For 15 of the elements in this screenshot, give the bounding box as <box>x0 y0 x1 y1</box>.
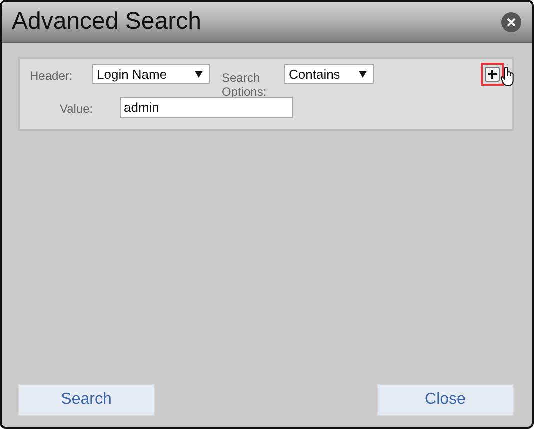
close-icon[interactable] <box>501 12 522 32</box>
value-label: Value: <box>59 101 94 116</box>
add-button[interactable] <box>485 67 500 82</box>
caret-icon <box>195 70 203 78</box>
close-button[interactable]: Close <box>377 384 514 416</box>
value-field[interactable]: admin <box>120 97 293 118</box>
hand-cursor-icon <box>501 67 515 87</box>
caret-icon <box>359 70 367 78</box>
search-options-label: Search Options: <box>221 70 268 99</box>
window-title: Advanced Search <box>12 8 202 36</box>
header-select[interactable]: Login Name <box>92 64 210 84</box>
header-label: Header: <box>30 68 74 83</box>
search-button[interactable]: Search <box>18 384 155 416</box>
options-select[interactable]: Contains <box>284 64 374 84</box>
plus-icon <box>488 70 497 79</box>
